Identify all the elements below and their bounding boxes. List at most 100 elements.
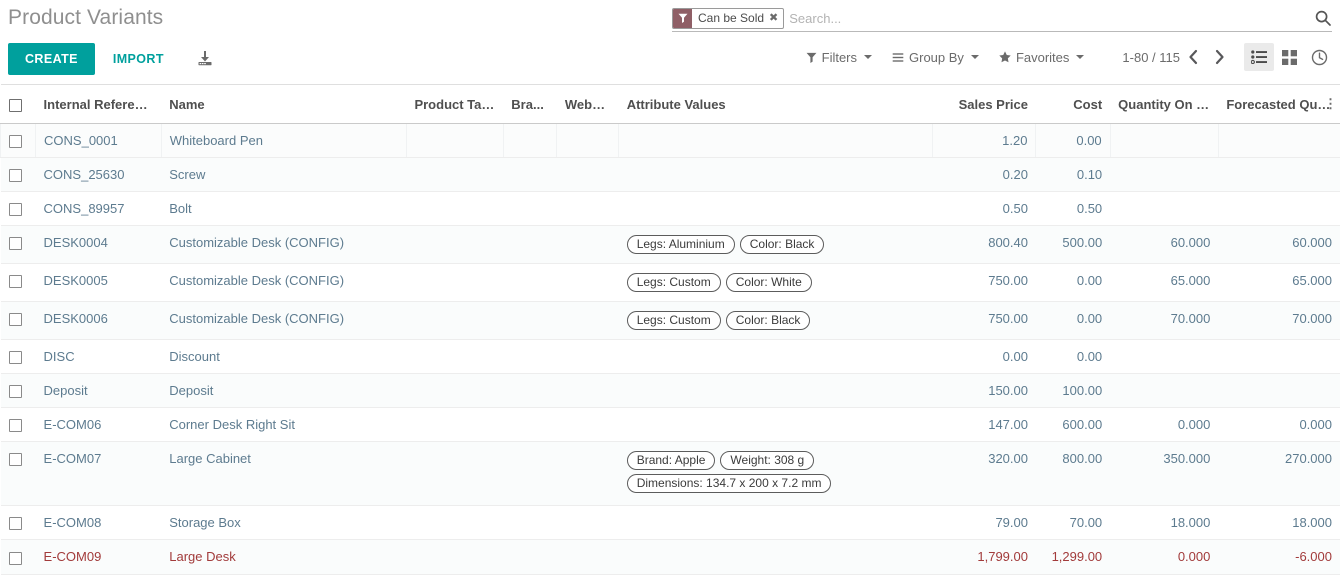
row-checkbox[interactable]: [8, 203, 22, 217]
cell-forecasted-quantity: 60.000: [1218, 225, 1340, 265]
star-icon: [999, 51, 1011, 63]
cell-sales-price: 0.50: [932, 191, 1036, 227]
row-checkbox[interactable]: [8, 351, 22, 365]
cell-brand: [503, 574, 557, 584]
table-row[interactable]: E-COM07 Large Cabinet Brand: Apple Weight: …: [0, 441, 1340, 507]
cell-quantity-on-hand: 0.000: [1110, 407, 1219, 443]
close-icon[interactable]: ✖: [769, 12, 778, 24]
column-header-sales-price[interactable]: Sales Price: [932, 84, 1036, 124]
favorites-dropdown[interactable]: Favorites: [989, 46, 1094, 69]
kanban-view-icon[interactable]: [1274, 43, 1304, 71]
table-row[interactable]: E-COM06 Corner Desk Right Sit 147.00 600.00…: [0, 407, 1340, 443]
cell-website: [556, 441, 619, 507]
cell-name: Customizable Desk (CONFIG): [161, 225, 407, 265]
cell-attribute-values: [618, 339, 933, 375]
table-row[interactable]: DESK0004 Customizable Desk (CONFIG) Legs: …: [0, 225, 1340, 265]
cell-cost: 1,299.00: [1035, 539, 1111, 575]
column-header-website[interactable]: Website: [556, 84, 619, 124]
filters-dropdown[interactable]: Filters: [796, 46, 882, 69]
cell-product-tags: [406, 263, 504, 303]
row-checkbox[interactable]: [8, 419, 22, 433]
cell-quantity-on-hand: [1109, 123, 1219, 159]
column-header-internal-reference[interactable]: Internal Referen...: [35, 84, 162, 124]
search-input[interactable]: [784, 7, 1332, 29]
row-checkbox[interactable]: [8, 237, 22, 251]
cell-quantity-on-hand: [1110, 157, 1219, 193]
cell-forecasted-quantity: 65.000: [1218, 263, 1340, 303]
cell-product-tags: [406, 539, 504, 575]
import-button[interactable]: IMPORT: [99, 43, 178, 75]
table-row[interactable]: DESK0006 Customizable Desk (CONFIG) Legs: …: [0, 301, 1340, 341]
cell-sales-price: 0.20: [932, 157, 1036, 193]
cell-cost: 0.00: [1035, 339, 1111, 375]
row-checkbox[interactable]: [8, 313, 22, 327]
row-checkbox[interactable]: [9, 135, 22, 149]
cell-website: [556, 191, 619, 227]
column-header-quantity-on-hand[interactable]: Quantity On Ha...: [1110, 84, 1219, 124]
download-icon[interactable]: [192, 46, 218, 72]
table-row[interactable]: CONS_0001 Whiteboard Pen 1.20 0.00: [0, 123, 1340, 159]
table-row[interactable]: E-COM08 Storage Box 79.00 70.00 18.000 18.000: [0, 505, 1340, 541]
table-row[interactable]: Deposit Deposit 150.00 100.00: [0, 373, 1340, 409]
table-row[interactable]: CONS_25630 Screw 0.20 0.10: [0, 157, 1340, 193]
select-all-checkbox[interactable]: [8, 98, 22, 112]
row-select-cell: [0, 123, 36, 159]
magnifier-icon[interactable]: [1314, 9, 1332, 27]
table-row[interactable]: CONS_89957 Bolt 0.50 0.50: [0, 191, 1340, 227]
list-view-icon[interactable]: [1244, 43, 1274, 71]
filter-icon: [806, 52, 817, 63]
create-button[interactable]: CREATE: [8, 43, 95, 75]
pager-previous-button[interactable]: [1180, 44, 1206, 70]
table-row[interactable]: E-COM09 Large Desk 1,799.00 1,299.00 0.000 -6…: [0, 539, 1340, 575]
cell-name: Customizable Desk (CONFIG): [161, 263, 407, 303]
attribute-tag: Color: Black: [739, 235, 825, 255]
column-header-forecasted-quantity[interactable]: Forecasted Quanti... ⋮: [1218, 84, 1340, 124]
column-header-brand[interactable]: Bra...: [503, 84, 557, 124]
cell-quantity-on-hand: 350.000: [1110, 441, 1219, 507]
cell-name: Customizable Desk (CONFIG): [161, 301, 407, 341]
column-header-name[interactable]: Name: [161, 84, 407, 124]
cell-name: Pedal Bin: [161, 574, 407, 584]
cell-website: [556, 505, 619, 541]
cell-quantity-on-hand: 65.000: [1110, 263, 1219, 303]
cell-product-tags: [406, 191, 504, 227]
cell-quantity-on-hand: [1110, 373, 1219, 409]
row-select-cell: [0, 407, 36, 443]
cell-forecasted-quantity: [1218, 373, 1340, 409]
cell-sales-price: 47.00: [932, 574, 1036, 584]
groupby-dropdown[interactable]: Group By: [882, 46, 989, 69]
row-checkbox[interactable]: [8, 517, 22, 531]
column-header-cost[interactable]: Cost: [1035, 84, 1111, 124]
cell-name: Storage Box: [161, 505, 407, 541]
cell-name: Whiteboard Pen: [160, 123, 407, 159]
clock-view-icon[interactable]: [1304, 43, 1334, 71]
vertical-dots-icon[interactable]: ⋮: [1324, 97, 1337, 110]
attribute-tag-list: Brand: Apple Weight: 308 g Dimensions: 134…: [626, 451, 925, 494]
column-header-product-tags[interactable]: Product Tags: [406, 84, 504, 124]
cell-internal-reference: DESK0006: [35, 301, 162, 341]
search-facet-can-be-sold[interactable]: Can be Sold ✖: [672, 7, 785, 29]
cell-product-tags: [406, 407, 504, 443]
page-title: Product Variants: [8, 6, 164, 29]
table-row[interactable]: DESK0005 Customizable Desk (CONFIG) Legs: …: [0, 263, 1340, 303]
cell-attribute-values: [618, 191, 933, 227]
row-select-cell: [0, 225, 36, 265]
row-checkbox[interactable]: [8, 453, 22, 467]
cell-website: [556, 407, 619, 443]
row-checkbox[interactable]: [8, 169, 22, 183]
pager-next-button[interactable]: [1206, 44, 1232, 70]
row-checkbox[interactable]: [8, 385, 22, 399]
row-checkbox[interactable]: [8, 275, 22, 289]
row-checkbox[interactable]: [8, 551, 22, 565]
attribute-tag: Legs: Custom: [626, 273, 721, 293]
cell-product-tags: [406, 441, 504, 507]
cell-internal-reference: CONS_89957: [35, 191, 162, 227]
row-select-cell: [0, 373, 36, 409]
attribute-tag: Brand: Apple: [626, 451, 716, 471]
pager-counter[interactable]: 1-80 / 115: [1122, 50, 1180, 65]
cell-attribute-values: [618, 373, 933, 409]
column-header-attribute-values[interactable]: Attribute Values: [618, 84, 933, 124]
groupby-label: Group By: [909, 49, 964, 65]
table-row[interactable]: E-COM10Pedal Bin47.0010.0022.00022.000: [0, 574, 1340, 584]
table-row[interactable]: DISC Discount 0.00 0.00: [0, 339, 1340, 375]
